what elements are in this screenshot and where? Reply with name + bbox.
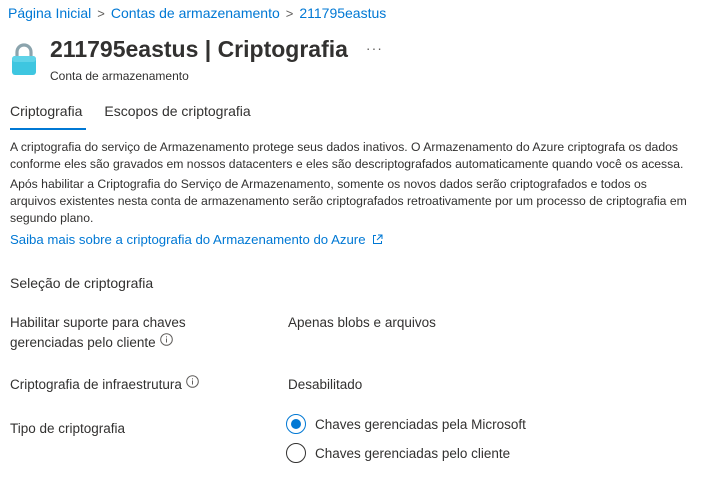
breadcrumb-home[interactable]: Página Inicial: [8, 5, 91, 21]
tab-encryption-scopes[interactable]: Escopos de criptografia: [104, 103, 250, 127]
lock-icon: [10, 42, 38, 76]
page-subtitle: Conta de armazenamento: [50, 69, 189, 83]
infrastructure-encryption-value: Desabilitado: [288, 377, 363, 392]
info-icon[interactable]: [186, 374, 199, 394]
info-icon[interactable]: [159, 332, 173, 352]
description-paragraph-2: Após habilitar a Criptografia do Serviço…: [10, 177, 687, 225]
radio-button-unchecked[interactable]: [286, 443, 306, 463]
radio-microsoft-managed-keys-label: Chaves gerenciadas pela Microsoft: [315, 416, 526, 432]
encryption-type-label: Tipo de criptografia: [10, 421, 126, 436]
description-paragraph-1: A criptografia do serviço de Armazenamen…: [10, 140, 684, 171]
page-title-resource: 211795eastus: [50, 36, 199, 62]
learn-more-link[interactable]: Saiba mais sobre a criptografia do Armaz…: [10, 231, 694, 248]
page-title: 211795eastus | Criptografia: [50, 36, 348, 63]
external-link-icon: [372, 234, 383, 244]
learn-more-link-label: Saiba mais sobre a criptografia do Armaz…: [10, 232, 366, 247]
radio-customer-managed-keys[interactable]: Chaves gerenciadas pelo cliente: [286, 443, 510, 463]
page-title-section: | Criptografia: [198, 36, 348, 62]
chevron-right-icon: >: [285, 5, 294, 21]
radio-button-checked[interactable]: [286, 414, 306, 434]
description-block: A criptografia do serviço de Armazenamen…: [10, 139, 694, 248]
cmk-support-value: Apenas blobs e arquivos: [288, 315, 436, 330]
infrastructure-encryption-label: Criptografia de infraestrutura: [10, 375, 199, 395]
chevron-right-icon: >: [97, 5, 105, 21]
page-header: 211795eastus | Criptografia ··· Conta de…: [10, 36, 383, 83]
section-title: Seleção de criptografia: [10, 275, 154, 291]
breadcrumb-storage-accounts[interactable]: Contas de armazenamento: [111, 5, 280, 21]
radio-microsoft-managed-keys[interactable]: Chaves gerenciadas pela Microsoft: [286, 414, 526, 434]
cmk-support-label: Habilitar suporte para chaves gerenciada…: [10, 313, 186, 353]
cmk-support-label-line-1: Habilitar suporte para chaves: [10, 315, 186, 330]
tab-bar: Criptografia Escopos de criptografia: [10, 103, 273, 130]
breadcrumb: Página Inicial > Contas de armazenamento…: [8, 4, 386, 22]
radio-customer-managed-keys-label: Chaves gerenciadas pelo cliente: [315, 445, 511, 461]
more-options-button[interactable]: ···: [366, 40, 383, 56]
breadcrumb-account[interactable]: 211795eastus: [299, 5, 386, 21]
cmk-support-label-line-2: gerenciadas pelo cliente: [10, 333, 186, 353]
tab-encryption[interactable]: Criptografia: [10, 103, 87, 130]
